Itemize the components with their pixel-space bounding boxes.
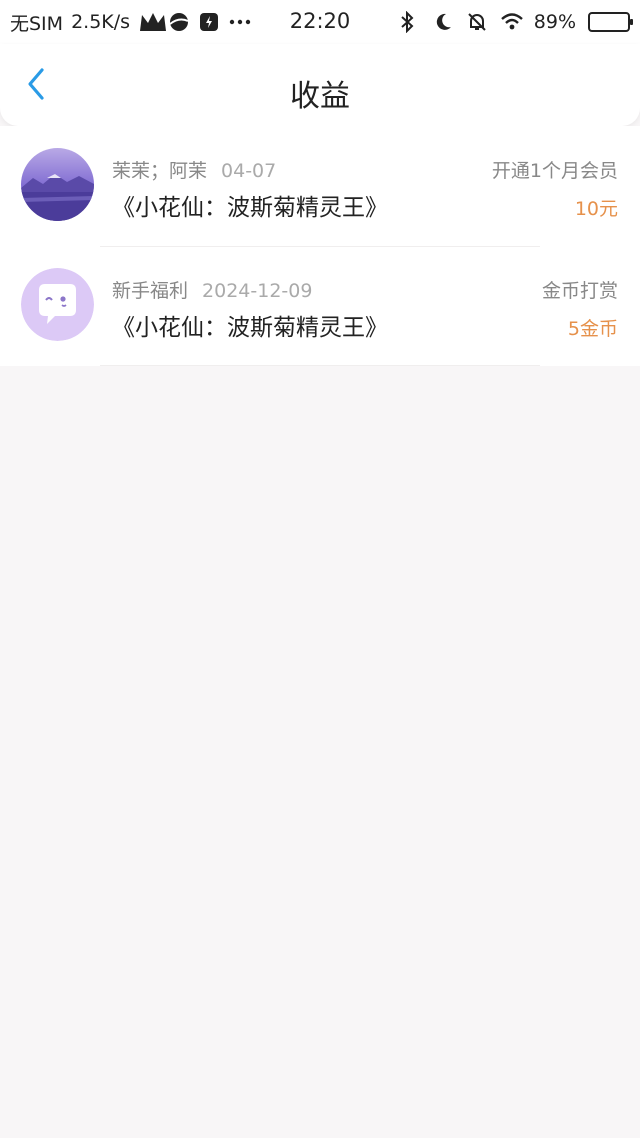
avatar [21, 148, 94, 221]
battery-percent: 89% [533, 11, 576, 33]
earnings-list: 茉茉；阿茉 04-07 《小花仙：波斯菊精灵王》 开通1个月会员 10元 新手福利… [0, 126, 640, 366]
battery-icon [588, 12, 633, 32]
network-speed: 2.5K/s [71, 11, 131, 33]
carrier-text: 无SIM [10, 12, 64, 35]
app-notification-icon [198, 11, 220, 33]
item-meta: 新手福利 2024-12-09 [112, 276, 312, 303]
wifi-icon [500, 11, 523, 33]
status-bar: 无SIM 2.5K/s 22:20 89% [0, 0, 640, 44]
mute-bell-icon [466, 11, 488, 33]
earning-type: 开通1个月会员 [491, 160, 618, 182]
book-title: 《小花仙：波斯菊精灵王》 [112, 195, 388, 221]
earning-amount: 5金币 [567, 318, 618, 340]
status-right: 89% [398, 10, 633, 34]
list-item[interactable]: 新手福利 2024-12-09 《小花仙：波斯菊精灵王》 金币打赏 5金币 [0, 246, 640, 366]
item-date: 04-07 [221, 160, 277, 182]
page-header: 收益 [0, 44, 640, 126]
landscape-photo [21, 148, 94, 221]
source-name: 新手福利 [112, 280, 189, 302]
planet-icon [168, 11, 190, 33]
bluetooth-icon [398, 10, 420, 34]
divider [100, 365, 540, 366]
chat-bubble-icon [21, 268, 94, 341]
item-date: 2024-12-09 [202, 280, 313, 302]
status-left: 无SIM 2.5K/s [10, 9, 251, 36]
earning-type: 金币打赏 [541, 280, 618, 302]
list-item[interactable]: 茉茉；阿茉 04-07 《小花仙：波斯菊精灵王》 开通1个月会员 10元 [0, 126, 640, 246]
earning-amount: 10元 [574, 198, 618, 220]
user-name: 茉茉；阿茉 [112, 160, 208, 182]
avatar [21, 268, 94, 341]
item-meta: 茉茉；阿茉 04-07 [112, 156, 276, 183]
moon-icon [432, 11, 454, 33]
page-title: 收益 [290, 79, 350, 114]
crown-icon [138, 11, 167, 33]
book-title: 《小花仙：波斯菊精灵王》 [112, 315, 388, 341]
more-icon [228, 11, 251, 33]
